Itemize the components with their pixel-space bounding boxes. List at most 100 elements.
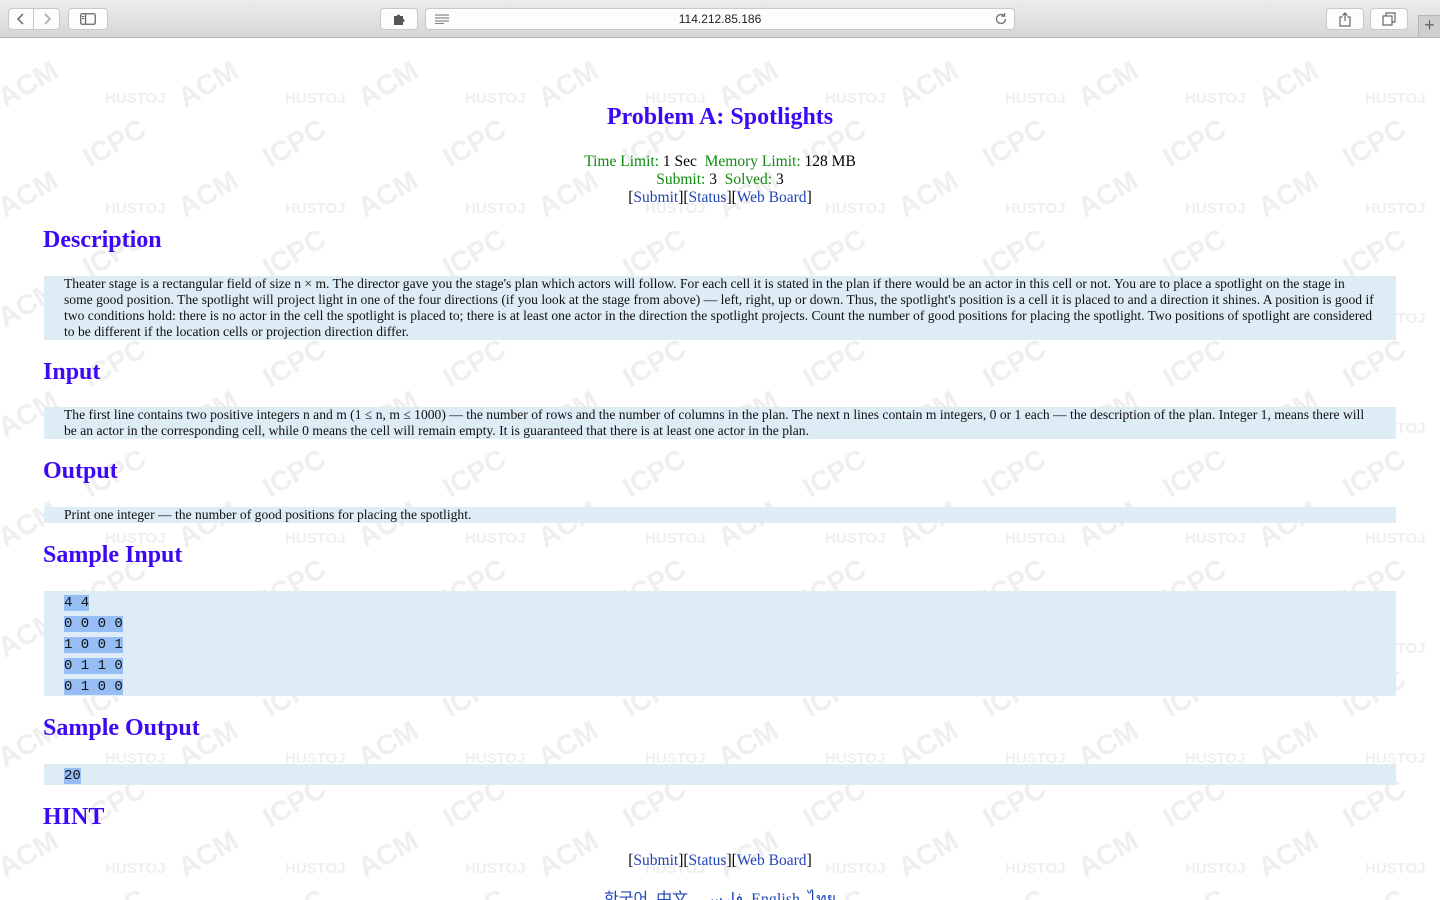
solved-count-value: 3: [775, 171, 784, 188]
problem-links-bottom: [Submit][Status][Web Board]: [628, 852, 812, 869]
chevron-left-icon: [16, 13, 24, 25]
language-link[interactable]: 한국어: [604, 891, 648, 900]
watermark-acm-text: ACM: [1253, 494, 1324, 553]
url-text[interactable]: 114.212.85.186: [426, 12, 1014, 26]
address-bar[interactable]: 114.212.85.186: [425, 8, 1015, 30]
watermark-hustoj-text: HUSTOJ: [1005, 530, 1066, 547]
tabs-overview-button[interactable]: [1370, 8, 1408, 30]
sample-input-line-text: 0 1 1 0: [64, 658, 123, 674]
watermark-hustoj-text: HUSTOJ: [1185, 530, 1246, 547]
sample-output-line: 20: [64, 766, 1376, 787]
sample-input-line-text: 0 0 0 0: [64, 616, 123, 632]
sample-input-lines: 4 4 0 0 0 0 1 0 0 1 0 1 1 0 0 1 0 0: [64, 593, 1376, 698]
page-title: Problem A: Spotlights: [606, 104, 834, 130]
watermark-hustoj-text: HUSTOJ: [465, 530, 526, 547]
watermark-icpc-text: ICPC: [618, 333, 691, 393]
status-link[interactable]: Status: [689, 189, 727, 206]
stats-line: Submit: 3 Solved: 3: [0, 171, 1440, 189]
watermark-acm-text: ACM: [893, 494, 964, 553]
sample-input-box: 4 4 0 0 0 0 1 0 0 1 0 1 1 0 0 1 0 0: [44, 591, 1396, 696]
sidebar-icon: [80, 13, 96, 25]
hint-heading: HINT: [43, 804, 105, 830]
solved-count-label: Solved:: [724, 171, 773, 188]
language-switcher: 한국어 中文 فارسی English ไทย: [0, 885, 1440, 900]
language-link[interactable]: English: [751, 891, 800, 900]
language-link[interactable]: ไทย: [808, 891, 836, 900]
description-box: Theater stage is a rectangular field of …: [44, 276, 1396, 340]
watermark-icpc-text: ICPC: [978, 333, 1051, 393]
watermark-icpc-text: ICPC: [618, 223, 691, 283]
language-link[interactable]: فارسی: [696, 891, 743, 900]
sample-input-line: 0 1 1 0: [64, 656, 1376, 677]
watermark-icpc-text: ICPC: [798, 443, 871, 503]
sample-input-line-text: 4 4: [64, 595, 90, 611]
share-icon: [1339, 11, 1351, 27]
sample-output-line-text: 20: [64, 768, 81, 784]
submit-link[interactable]: Submit: [633, 189, 678, 206]
watermark-icpc-text: ICPC: [1158, 223, 1231, 283]
watermark-icpc-text: ICPC: [438, 443, 511, 503]
watermark-icpc-text: ICPC: [438, 333, 511, 393]
extension-icon: [394, 14, 405, 25]
watermark-icpc-text: ICPC: [258, 223, 331, 283]
input-text: The first line contains two positive int…: [64, 407, 1365, 438]
watermark-icpc-text: ICPC: [258, 333, 331, 393]
output-text: Print one integer — the number of good p…: [64, 507, 472, 522]
watermark-acm-text: ACM: [353, 494, 424, 553]
watermark-icpc-text: ICPC: [978, 443, 1051, 503]
input-heading: Input: [43, 359, 101, 385]
submit-count-label: Submit:: [656, 171, 706, 188]
web-board-link-bottom[interactable]: Web Board: [737, 852, 807, 869]
sample-output-box: 20: [44, 764, 1396, 785]
watermark-icpc-text: ICPC: [618, 443, 691, 503]
page: ACM HUSTOJ ICPC ACM HUSTOJ ICPC ACM HUSTOJ ICPC A…: [0, 38, 1440, 900]
watermark-icpc-text: ICPC: [798, 223, 871, 283]
watermark-icpc-text: ICPC: [1338, 443, 1411, 503]
watermark-hustoj-text: HUSTOJ: [285, 530, 346, 547]
sample-input-line: 1 0 0 1: [64, 635, 1376, 656]
extension-button[interactable]: [380, 8, 418, 30]
plus-icon: +: [1424, 15, 1435, 35]
back-button[interactable]: [8, 8, 34, 30]
output-box: Print one integer — the number of good p…: [44, 507, 1396, 523]
status-link-bottom[interactable]: Status: [689, 852, 727, 869]
watermark-acm-text: ACM: [713, 494, 784, 553]
sample-input-line: 4 4: [64, 593, 1376, 614]
sample-input-line-text: 1 0 0 1: [64, 637, 123, 653]
reload-icon[interactable]: [994, 12, 1008, 26]
watermark-hustoj-text: HUSTOJ: [825, 530, 886, 547]
sample-input-line: 0 1 0 0: [64, 677, 1376, 698]
tabs-icon: [1382, 12, 1396, 26]
watermark-icpc-text: ICPC: [1338, 333, 1411, 393]
web-board-link[interactable]: Web Board: [737, 189, 807, 206]
browser-toolbar: 114.212.85.186 +: [0, 0, 1440, 38]
chevron-right-icon: [43, 13, 51, 25]
share-button[interactable]: [1326, 8, 1364, 30]
description-text: Theater stage is a rectangular field of …: [64, 276, 1374, 339]
output-heading: Output: [43, 458, 118, 484]
sidebar-button[interactable]: [68, 8, 108, 30]
watermark-icpc-text: ICPC: [978, 223, 1051, 283]
sample-output-heading: Sample Output: [43, 715, 200, 741]
watermark-icpc-text: ICPC: [258, 443, 331, 503]
watermark-hustoj-text: HUSTOJ: [1365, 530, 1426, 547]
watermark-hustoj-text: HUSTOJ: [645, 530, 706, 547]
watermark-icpc-text: ICPC: [438, 223, 511, 283]
sample-input-line: 0 0 0 0: [64, 614, 1376, 635]
new-tab-button[interactable]: +: [1418, 15, 1440, 37]
watermark-icpc-text: ICPC: [798, 333, 871, 393]
memory-limit-value: 128 MB: [804, 153, 856, 170]
submit-link-bottom[interactable]: Submit: [633, 852, 678, 869]
time-limit-label: Time Limit:: [584, 153, 659, 170]
history-nav: [8, 8, 60, 30]
memory-limit-label: Memory Limit:: [704, 153, 801, 170]
problem-links-top: [Submit][Status][Web Board]: [628, 189, 812, 206]
forward-button[interactable]: [34, 8, 60, 30]
watermark-icpc-text: ICPC: [1158, 443, 1231, 503]
description-heading: Description: [43, 227, 162, 253]
time-limit-value: 1 Sec: [662, 153, 697, 170]
language-link[interactable]: 中文: [656, 891, 688, 900]
limits-line: Time Limit: 1 Sec Memory Limit: 128 MB: [0, 153, 1440, 171]
submit-count-value: 3: [709, 171, 717, 188]
watermark-icpc-text: ICPC: [1338, 223, 1411, 283]
